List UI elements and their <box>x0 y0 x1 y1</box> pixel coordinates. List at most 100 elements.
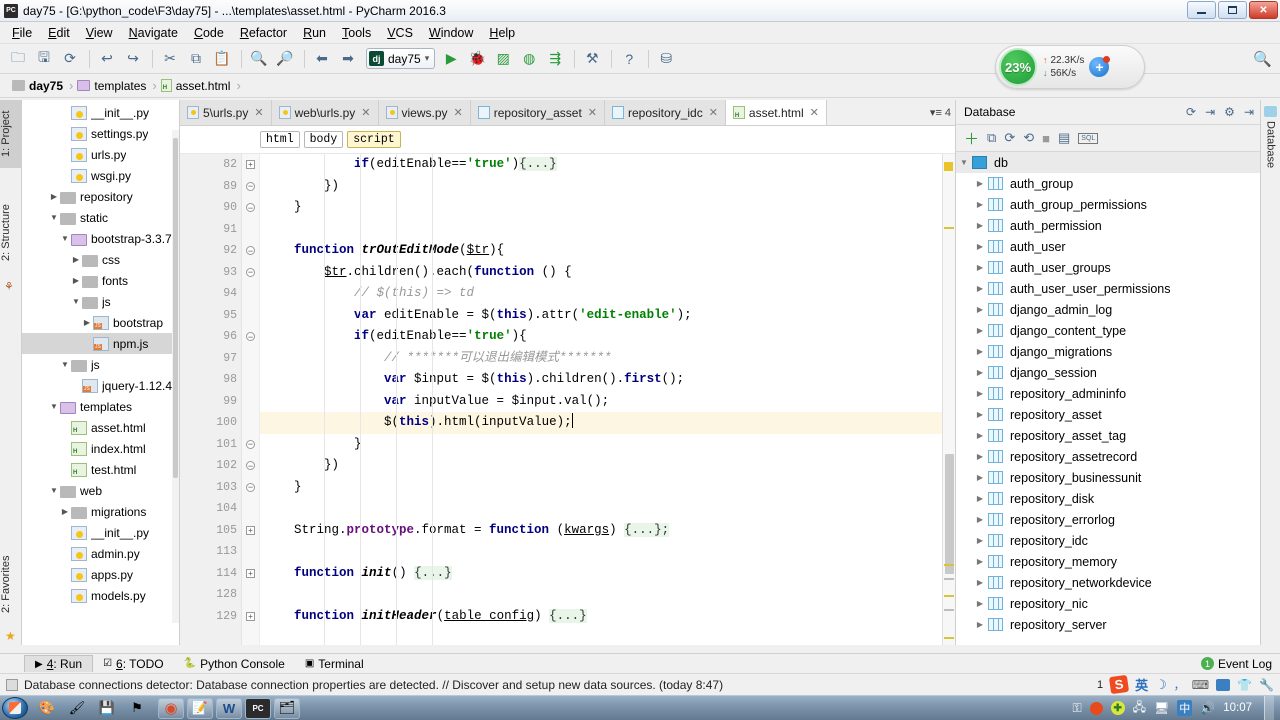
minimize-button[interactable] <box>1187 1 1216 19</box>
tree-expander[interactable]: ▶ <box>972 347 988 356</box>
usb-device-icon[interactable]: ⚿ <box>1073 701 1082 716</box>
synchronize-icon[interactable]: ⟳ <box>1004 130 1015 146</box>
refresh-schema-icon[interactable]: ⟲ <box>1023 130 1034 146</box>
back-icon[interactable]: ⬅ <box>310 47 334 71</box>
fold-collapse-icon[interactable]: − <box>246 203 255 213</box>
close-icon[interactable]: ✕ <box>709 106 718 119</box>
project-tree-item[interactable]: apps.py <box>22 564 179 585</box>
fold-marker[interactable]: + <box>242 520 259 542</box>
tool-window-tab-6-todo[interactable]: ☑ 6: TODO <box>93 656 174 672</box>
fold-marker[interactable] <box>242 305 259 327</box>
database-table-node[interactable]: ▶ repository_assetrecord <box>956 446 1260 467</box>
tree-expander[interactable]: ▶ <box>972 536 988 545</box>
fold-expand-icon[interactable]: + <box>246 525 255 535</box>
database-table-node[interactable]: ▶ repository_nic <box>956 593 1260 614</box>
database-table-node[interactable]: ▶ repository_server <box>956 614 1260 635</box>
fold-collapse-icon[interactable]: − <box>246 332 255 342</box>
tree-expander[interactable]: ▶ <box>59 507 71 516</box>
fold-marker[interactable] <box>242 348 259 370</box>
pycharm-taskbar-icon[interactable]: PC <box>245 697 271 719</box>
database-table-node[interactable]: ▶ auth_group_permissions <box>956 194 1260 215</box>
database-table-node[interactable]: ▶ repository_admininfo <box>956 383 1260 404</box>
code-line[interactable]: }) <box>260 455 942 477</box>
code-line[interactable]: }) <box>260 176 942 198</box>
tab-list-icon[interactable]: ▾≡ <box>930 106 942 119</box>
tool-window-tab-terminal[interactable]: ▣ Terminal <box>295 656 374 672</box>
database-root-node[interactable]: ▼ db <box>956 152 1260 173</box>
code-line[interactable] <box>260 584 942 606</box>
close-button[interactable]: ✕ <box>1249 1 1278 19</box>
debug-icon[interactable]: 🐞 <box>465 47 489 71</box>
fold-marker[interactable]: − <box>242 455 259 477</box>
accelerate-button[interactable]: + <box>1089 56 1111 77</box>
project-tree-item[interactable]: ▼ templates <box>22 396 179 417</box>
table-editor-icon[interactable]: ▤ <box>1058 130 1070 146</box>
fold-marker[interactable] <box>242 219 259 241</box>
tree-expander[interactable]: ▶ <box>972 515 988 524</box>
menu-item-window[interactable]: Window <box>421 24 481 42</box>
chrome-taskbar-icon[interactable]: ◉ <box>158 697 184 719</box>
project-tree-item[interactable]: settings.py <box>22 123 179 144</box>
database-table-node[interactable]: ▶ auth_user <box>956 236 1260 257</box>
collapse-all-icon[interactable]: ⇥ <box>1205 105 1215 119</box>
database-table-node[interactable]: ▶ repository_memory <box>956 551 1260 572</box>
project-tree-item[interactable]: ▼ web <box>22 480 179 501</box>
database-table-node[interactable]: ▶ repository_businessunit <box>956 467 1260 488</box>
fold-marker[interactable]: − <box>242 240 259 262</box>
wrench-icon[interactable]: 🔧 <box>1259 678 1274 692</box>
code-line[interactable]: // *******可以退出编辑模式******* <box>260 348 942 370</box>
monitor-icon[interactable]: 🖥 <box>1154 701 1169 715</box>
code-editor[interactable]: 82 89 90 91 92 93 94 95 96 97 98 99 100 101 102 103 104 1… <box>180 154 955 645</box>
menu-item-vcs[interactable]: VCS <box>379 24 421 42</box>
project-tree-item[interactable]: ▶ migrations <box>22 501 179 522</box>
fold-marker[interactable]: + <box>242 563 259 585</box>
project-tree-item[interactable]: models.py <box>22 585 179 606</box>
tree-expander[interactable]: ▶ <box>972 599 988 608</box>
database-table-node[interactable]: ▶ repository_networkdevice <box>956 572 1260 593</box>
hide-panel-icon[interactable]: ⇥ <box>1244 105 1254 119</box>
menu-item-edit[interactable]: Edit <box>40 24 78 42</box>
fold-marker[interactable]: − <box>242 176 259 198</box>
project-tree-item[interactable]: asset.html <box>22 417 179 438</box>
editor-tab-views-py[interactable]: views.py ✕ <box>378 100 471 125</box>
project-tree-item[interactable]: jquery-1.12.4 <box>22 375 179 396</box>
start-button[interactable] <box>2 697 28 719</box>
project-tree-item[interactable]: __init__.py <box>22 102 179 123</box>
project-tree-item[interactable]: npm.js <box>22 333 179 354</box>
code-line[interactable]: var editEnable = $(this).attr('edit-enab… <box>260 305 942 327</box>
run-with-console-icon[interactable]: ⇶ <box>543 47 567 71</box>
save-all-icon[interactable]: 🖫 <box>32 47 56 71</box>
tree-expander[interactable]: ▶ <box>972 368 988 377</box>
code-line[interactable]: $tr.children().each(function () { <box>260 262 942 284</box>
tool-tab-project[interactable]: 1: Project <box>0 100 22 168</box>
structure-chip-body[interactable]: body <box>303 131 344 148</box>
system-monitor-widget[interactable]: 23% ↑ 22.3K/s ↓ 56K/s + <box>995 45 1145 89</box>
flag-icon[interactable]: ⚑ <box>124 698 150 719</box>
fold-collapse-icon[interactable]: − <box>246 482 255 492</box>
cut-icon[interactable]: ✂ <box>158 47 182 71</box>
network-icon[interactable]: 🖧 <box>1133 698 1146 719</box>
project-tree-item[interactable]: ▶ bootstrap <box>22 312 179 333</box>
database-table-node[interactable]: ▶ auth_user_user_permissions <box>956 278 1260 299</box>
show-desktop-button[interactable] <box>1264 695 1274 720</box>
vcs-update-icon[interactable]: ⛁ <box>654 47 678 71</box>
database-table-node[interactable]: ▶ auth_permission <box>956 215 1260 236</box>
code-line[interactable]: } <box>260 434 942 456</box>
code-line[interactable]: var inputValue = $input.val(); <box>260 391 942 413</box>
fold-collapse-icon[interactable]: − <box>246 246 255 256</box>
project-tree-item[interactable]: ▶ css <box>22 249 179 270</box>
open-folder-icon[interactable]: 🗀 <box>6 47 30 71</box>
tree-expander[interactable]: ▼ <box>48 486 60 495</box>
tree-expander[interactable]: ▶ <box>48 192 60 201</box>
fold-marker[interactable]: − <box>242 434 259 456</box>
code-line[interactable] <box>260 219 942 241</box>
fold-marker[interactable] <box>242 584 259 606</box>
sogou-ime-icon[interactable]: S <box>1108 674 1130 695</box>
fold-expand-icon[interactable]: + <box>246 568 255 578</box>
menu-item-file[interactable]: File <box>4 24 40 42</box>
fold-marker[interactable] <box>242 283 259 305</box>
editor-tab-repository_asset[interactable]: repository_asset ✕ <box>470 100 605 125</box>
tree-expander[interactable]: ▶ <box>81 318 93 327</box>
maximize-button[interactable] <box>1218 1 1247 19</box>
code-line[interactable]: var $input = $(this).children().first(); <box>260 369 942 391</box>
